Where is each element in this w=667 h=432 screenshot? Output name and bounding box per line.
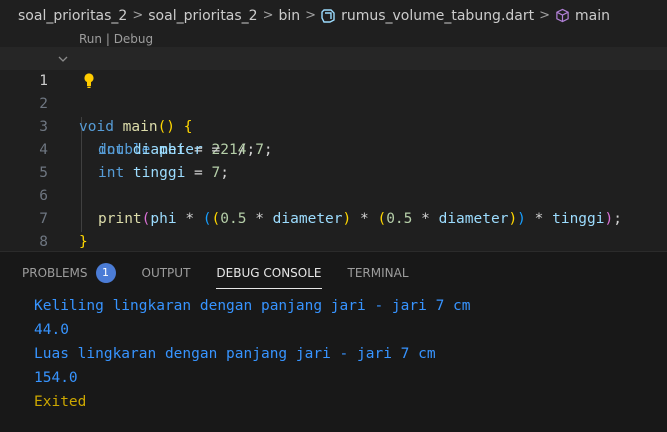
problems-count-badge: 1 xyxy=(95,262,116,283)
breadcrumb-separator: > xyxy=(305,8,317,23)
code-line-5[interactable]: 5 xyxy=(0,139,667,181)
tab-label: DEBUG CONSOLE xyxy=(216,266,322,280)
breadcrumb: soal_prioritas_2 > soal_prioritas_2 > bi… xyxy=(0,0,667,31)
tab-label: TERMINAL xyxy=(347,266,409,280)
breadcrumb-item-bin[interactable]: bin xyxy=(279,8,301,24)
code-line-7[interactable]: 7 } xyxy=(0,185,667,250)
console-line: 44.0 xyxy=(34,322,69,338)
panel-tabs: PROBLEMS 1 OUTPUT DEBUG CONSOLE TERMINAL xyxy=(22,252,435,292)
breadcrumb-item-project[interactable]: soal_prioritas_2 xyxy=(18,8,127,24)
breadcrumb-separator: > xyxy=(262,8,274,23)
debug-console-output[interactable]: Keliling lingkaran dengan panjang jari -… xyxy=(34,294,471,414)
code-line-8[interactable]: 8 xyxy=(0,208,667,250)
breadcrumb-item-folder[interactable]: soal_prioritas_2 xyxy=(148,8,257,24)
code-editor[interactable]: 1 void main() { 2 double phi = 22 / 7; 3… xyxy=(0,47,667,250)
tab-output[interactable]: OUTPUT xyxy=(142,252,191,292)
console-exited-line: Exited xyxy=(34,394,87,410)
breadcrumb-separator: > xyxy=(539,8,551,23)
codelens-run-link[interactable]: Run xyxy=(79,32,102,46)
console-line: Keliling lingkaran dengan panjang jari -… xyxy=(34,298,471,314)
tab-label: PROBLEMS xyxy=(22,266,88,280)
tab-debug-console[interactable]: DEBUG CONSOLE xyxy=(216,252,322,292)
fold-chevron-icon[interactable] xyxy=(58,54,68,64)
breadcrumb-separator: > xyxy=(132,8,144,23)
codelens-separator: | xyxy=(102,32,114,46)
bottom-panel: PROBLEMS 1 OUTPUT DEBUG CONSOLE TERMINAL … xyxy=(0,251,667,432)
breadcrumb-item-symbol[interactable]: main xyxy=(575,8,610,24)
tab-terminal[interactable]: TERMINAL xyxy=(348,252,409,292)
code-line-1[interactable]: 1 void main() { xyxy=(0,47,667,135)
code-line-6[interactable]: 6 print(phi * ((0.5 * diameter) * (0.5 *… xyxy=(0,162,667,227)
lightbulb-icon[interactable] xyxy=(83,71,95,91)
token-brace: } xyxy=(79,234,88,250)
console-line: Luas lingkaran dengan panjang jari - jar… xyxy=(34,346,436,362)
code-line-4[interactable]: 4 int tinggi = 7; xyxy=(0,116,667,181)
breadcrumb-item-file[interactable]: rumus_volume_tabung.dart xyxy=(341,8,534,24)
console-line: 154.0 xyxy=(34,370,78,386)
code-line-2[interactable]: 2 double phi = 22 / 7; xyxy=(0,70,667,158)
tab-problems[interactable]: PROBLEMS 1 xyxy=(22,252,116,292)
code-line-3[interactable]: 3 int diameter = 14; xyxy=(0,93,667,158)
dart-icon xyxy=(321,8,335,23)
codelens-debug-link[interactable]: Debug xyxy=(114,32,153,46)
tab-label: OUTPUT xyxy=(141,266,191,280)
codelens: Run | Debug xyxy=(79,31,153,47)
cube-icon xyxy=(556,8,569,23)
